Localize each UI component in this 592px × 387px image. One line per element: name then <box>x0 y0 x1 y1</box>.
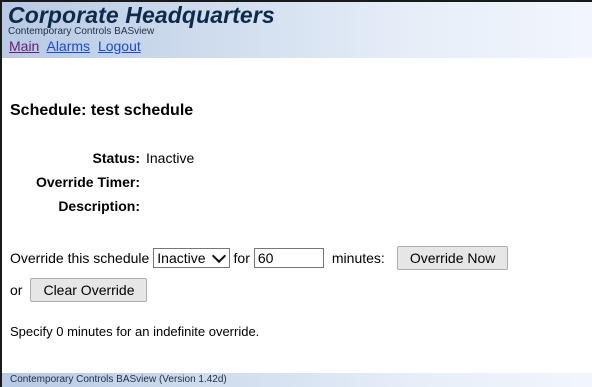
status-label: Status: <box>92 150 140 166</box>
status-row: Status: Inactive <box>10 150 195 166</box>
override-state-selected: Inactive <box>157 250 206 266</box>
nav-links: Main Alarms Logout <box>9 38 145 54</box>
override-timer-row: Override Timer: <box>10 174 146 190</box>
clear-override-button[interactable]: Clear Override <box>30 278 148 302</box>
chevron-down-icon <box>211 248 226 263</box>
header-banner: Corporate Headquarters Contemporary Cont… <box>2 2 592 58</box>
override-state-select[interactable]: Inactive <box>153 248 230 268</box>
override-hint-text: Specify 0 minutes for an indefinite over… <box>10 324 260 339</box>
minutes-input[interactable]: 60 <box>253 248 324 268</box>
site-subtitle: Contemporary Controls BASview <box>8 26 155 37</box>
override-form-line: Override this schedule Inactive for 60 m… <box>10 246 509 270</box>
nav-link-logout[interactable]: Logout <box>98 38 141 54</box>
page-title: Schedule: test schedule <box>10 102 194 119</box>
override-prefix-text: Override this schedule <box>10 250 150 266</box>
for-text: for <box>233 250 250 266</box>
status-value: Inactive <box>146 150 195 166</box>
minutes-text: minutes: <box>331 250 385 266</box>
nav-link-alarms[interactable]: Alarms <box>46 38 90 54</box>
site-title: Corporate Headquarters <box>8 2 275 28</box>
or-text: or <box>10 282 23 298</box>
clear-override-line: or Clear Override <box>10 278 148 302</box>
description-row: Description: <box>10 198 146 214</box>
override-now-button[interactable]: Override Now <box>396 246 509 270</box>
description-label: Description: <box>58 198 140 214</box>
override-timer-label: Override Timer: <box>35 174 140 190</box>
page: Corporate Headquarters Contemporary Cont… <box>0 0 592 387</box>
footer-bar: Contemporary Controls BASview (Version 1… <box>2 373 592 387</box>
nav-link-main[interactable]: Main <box>9 38 39 54</box>
